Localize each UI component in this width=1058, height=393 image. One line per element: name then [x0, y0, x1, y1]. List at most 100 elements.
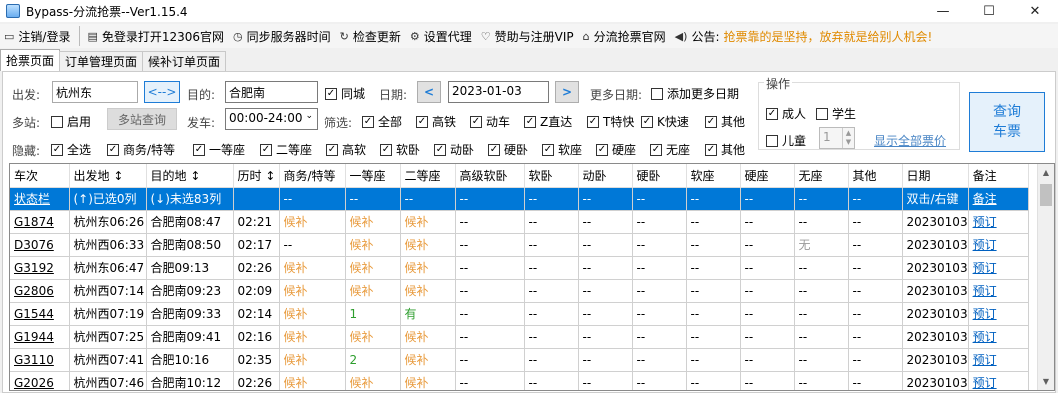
vertical-scrollbar[interactable]: ▲ ▼ [1037, 164, 1054, 390]
train-number-link[interactable]: G2806 [10, 279, 70, 303]
depart-time-select[interactable]: 00:00-24:00 ⌄ [225, 108, 318, 130]
scroll-down-icon[interactable]: ▼ [1038, 373, 1054, 390]
column-header[interactable]: 软卧 [524, 164, 579, 188]
menu-check-update[interactable]: ↻ 检查更新 [340, 26, 401, 46]
table-row[interactable]: G3110 杭州西07:41 合肥10:16 02:35 候补 2 候补 -- -- -- -- --… [10, 348, 1029, 372]
child-count-stepper[interactable]: 1 ▲ ▼ [819, 127, 855, 149]
child-checkbox[interactable]: 儿童 [766, 132, 806, 149]
column-header[interactable]: 一等座 [345, 164, 401, 188]
hide-soft-sleeper-checkbox[interactable]: ✓ 软卧 [380, 141, 420, 158]
hide-first-class-checkbox[interactable]: ✓ 一等座 [193, 141, 245, 158]
tab-ticket[interactable]: 抢票页面 [0, 49, 61, 71]
tab-orders[interactable]: 订单管理页面 [59, 51, 144, 71]
minimize-button[interactable]: — [920, 0, 966, 22]
date-input[interactable]: 2023-01-03 [448, 81, 549, 103]
table-row[interactable]: G2026 杭州西07:46 合肥南10:12 02:26 候补 候补 候补 -- -- -- --… [10, 371, 1029, 390]
train-number-link[interactable]: G1944 [10, 325, 70, 349]
train-number-link[interactable]: G1874 [10, 210, 70, 234]
table-row[interactable]: G1874 杭州东06:26 合肥南08:47 02:21 候补 候补 候补 -- -- -- --… [10, 210, 1029, 234]
column-header[interactable]: 二等座 [400, 164, 456, 188]
maximize-button[interactable]: ☐ [966, 0, 1012, 22]
column-header[interactable]: 车次 [10, 164, 70, 188]
tab-waitlist-orders[interactable]: 候补订单页面 [142, 51, 227, 71]
multi-station-query-button[interactable]: 多站查询 [107, 108, 177, 130]
hide-soft-seat-checkbox[interactable]: ✓ 软座 [542, 141, 582, 158]
close-button[interactable]: ✕ [1012, 0, 1058, 22]
hide-other-checkbox[interactable]: ✓ 其他 [705, 141, 745, 158]
to-station-input[interactable]: 合肥南 [225, 81, 318, 103]
filter-other-checkbox[interactable]: ✓ 其他 [705, 113, 745, 130]
hide-hard-seat-checkbox[interactable]: ✓ 硬座 [596, 141, 636, 158]
hide-hard-sleeper-checkbox[interactable]: ✓ 硬卧 [488, 141, 528, 158]
train-number-link[interactable]: G1544 [10, 302, 70, 326]
enable-multi-checkbox[interactable]: 启用 [51, 113, 91, 130]
train-number-link[interactable]: D3076 [10, 233, 70, 257]
next-date-button[interactable]: > [555, 81, 579, 103]
table-cell[interactable]: 备注 [968, 187, 1029, 211]
table-row[interactable]: G3192 杭州东06:47 合肥09:13 02:26 候补 候补 候补 -- -- -- -- -… [10, 256, 1029, 280]
scroll-up-icon[interactable]: ▲ [1038, 164, 1054, 181]
table-cell: -- [848, 325, 903, 349]
book-link[interactable]: 预订 [968, 325, 1029, 349]
scroll-thumb[interactable] [1040, 184, 1052, 206]
book-link[interactable]: 预订 [968, 210, 1029, 234]
menu-open-12306[interactable]: ▤ 免登录打开12306官网 [79, 26, 224, 46]
book-link[interactable]: 预订 [968, 256, 1029, 280]
column-header[interactable]: 无座 [794, 164, 849, 188]
table-row[interactable]: D3076 杭州西06:33 合肥南08:50 02:17 -- 候补 候补 -- -- -- --… [10, 233, 1029, 257]
menu-proxy[interactable]: ⚙ 设置代理 [410, 26, 472, 46]
add-more-dates-checkbox[interactable]: 添加更多日期 [651, 85, 739, 102]
hide-d-sleeper-checkbox[interactable]: ✓ 动卧 [434, 141, 474, 158]
menu-sync-time[interactable]: ◷ 同步服务器时间 [233, 26, 331, 46]
book-link[interactable]: 预订 [968, 279, 1029, 303]
hide-no-seat-checkbox[interactable]: ✓ 无座 [650, 141, 690, 158]
filter-k-checkbox[interactable]: ✓ K快速 [641, 113, 689, 130]
train-number-link[interactable]: G3110 [10, 348, 70, 372]
column-header[interactable]: 动卧 [578, 164, 633, 188]
table-row[interactable]: G1944 杭州西07:25 合肥南09:41 02:16 候补 候补 候补 -- -- -- --… [10, 325, 1029, 349]
book-link[interactable]: 预订 [968, 233, 1029, 257]
menu-login[interactable]: ▭ 注销/登录 [4, 26, 70, 46]
column-header[interactable]: 商务/特等 [279, 164, 346, 188]
train-number-link[interactable]: G3192 [10, 256, 70, 280]
show-all-prices-link[interactable]: 显示全部票价 [874, 132, 946, 149]
table-row[interactable]: G1544 杭州西07:19 合肥南09:33 02:14 候补 1 有 -- -- -- -- --… [10, 302, 1029, 326]
from-station-input[interactable]: 杭州东 [52, 81, 138, 103]
filter-z-checkbox[interactable]: ✓ Z直达 [524, 113, 572, 130]
filter-all-checkbox[interactable]: ✓ 全部 [362, 113, 402, 130]
swap-button[interactable]: <--> [144, 81, 180, 103]
column-header[interactable]: 高级软卧 [455, 164, 525, 188]
book-link[interactable]: 预订 [968, 348, 1029, 372]
status-row[interactable]: 状态栏 (↑)已选0列 (↓)未选83列 -- -- -- -- -- -- -- -- -- -- --… [10, 187, 1029, 211]
table-row[interactable]: G2806 杭州西07:14 合肥南09:23 02:09 候补 候补 候补 -- -- -- --… [10, 279, 1029, 303]
column-header[interactable]: 软座 [686, 164, 741, 188]
book-link[interactable]: 预订 [968, 302, 1029, 326]
book-link[interactable]: 预订 [968, 371, 1029, 390]
query-tickets-button[interactable]: 查询 车票 [969, 92, 1045, 152]
column-header[interactable]: 硬座 [740, 164, 795, 188]
table-cell: 无 [794, 233, 849, 257]
student-checkbox[interactable]: 学生 [816, 105, 856, 122]
prev-date-button[interactable]: < [417, 81, 441, 103]
column-header[interactable]: 备注 [968, 164, 1029, 188]
hide-second-class-checkbox[interactable]: ✓ 二等座 [260, 141, 312, 158]
hide-all-checkbox[interactable]: ✓ 全选 [51, 141, 91, 158]
train-number-link[interactable]: G2026 [10, 371, 70, 390]
column-header[interactable]: 日期 [902, 164, 969, 188]
column-header[interactable]: 其他 [848, 164, 903, 188]
table-cell[interactable]: 状态栏 [10, 187, 70, 211]
hide-high-soft-checkbox[interactable]: ✓ 高软 [326, 141, 366, 158]
same-city-checkbox[interactable]: ✓ 同城 [325, 85, 365, 102]
menu-sponsor[interactable]: ♡ 赞助与注册VIP [481, 26, 574, 46]
filter-dongche-checkbox[interactable]: ✓ 动车 [470, 113, 510, 130]
column-header[interactable]: 出发地 ↕ [69, 164, 147, 188]
adult-checkbox[interactable]: ✓ 成人 [766, 105, 806, 122]
menu-official-site[interactable]: ⌂ 分流抢票官网 [583, 26, 666, 46]
column-header[interactable]: 硬卧 [632, 164, 687, 188]
filter-t-checkbox[interactable]: ✓ T特快 [587, 113, 634, 130]
table-cell: -- [455, 279, 525, 303]
hide-business-checkbox[interactable]: ✓ 商务/特等 [107, 141, 175, 158]
filter-gaotie-checkbox[interactable]: ✓ 高铁 [416, 113, 456, 130]
column-header[interactable]: 历时 ↕ [233, 164, 280, 188]
column-header[interactable]: 目的地 ↕ [146, 164, 234, 188]
